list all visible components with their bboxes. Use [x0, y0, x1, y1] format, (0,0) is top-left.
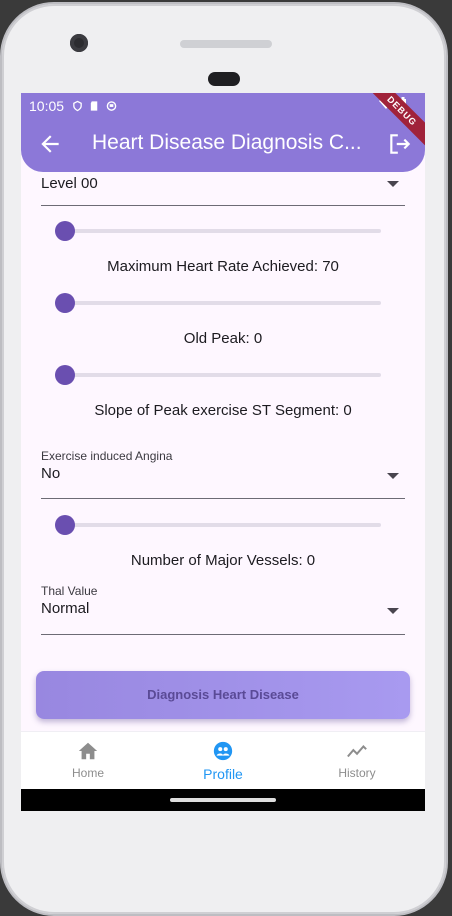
slider-thumb[interactable]: [55, 293, 75, 313]
angina-dropdown[interactable]: Exercise induced Angina No: [41, 449, 405, 499]
slider-thumb[interactable]: [55, 365, 75, 385]
status-time: 10:05: [29, 98, 65, 114]
slider-max-heart-rate[interactable]: [55, 292, 383, 314]
major-vessels-label: Number of Major Vessels: 0: [130, 552, 316, 569]
home-icon: [78, 742, 98, 760]
status-bar: 10:05: [29, 97, 117, 115]
slider-thumb[interactable]: [55, 221, 75, 241]
nav-label-home: Home: [71, 766, 104, 780]
slider-track: [55, 301, 381, 305]
slider-major-vessels[interactable]: [55, 514, 383, 536]
bottom-navigation: Home Profile History: [21, 731, 425, 790]
page-title: Heart Disease Diagnosis C...: [92, 131, 362, 154]
front-camera: [70, 34, 88, 52]
old-peak-label: Old Peak: 0: [183, 330, 263, 347]
record-status-icon: [106, 101, 117, 111]
level-dropdown[interactable]: Level 00: [41, 173, 405, 206]
angina-dropdown-label: Exercise induced Angina: [41, 449, 173, 463]
slider-track: [55, 373, 381, 377]
arrow-back-icon[interactable]: [37, 131, 63, 157]
home-indicator[interactable]: [170, 798, 276, 802]
nav-label-history: History: [338, 766, 376, 780]
app-bar: 10:05 DEBUG Heart Disease Diagnosis C...: [21, 93, 425, 172]
thal-dropdown-value: Normal: [41, 600, 90, 617]
dropdown-arrow-icon: [387, 608, 399, 614]
shield-status-icon: [73, 100, 82, 112]
nav-label-profile: Profile: [203, 766, 243, 782]
dropdown-arrow-icon: [387, 181, 399, 187]
nav-item-home[interactable]: Home: [38, 740, 138, 780]
history-icon: [347, 744, 367, 758]
diagnosis-button[interactable]: Diagnosis Heart Disease: [36, 671, 410, 719]
dropdown-arrow-icon: [387, 473, 399, 479]
slope-label: Slope of Peak exercise ST Segment: 0: [94, 402, 352, 419]
system-nav-bar: [21, 789, 425, 811]
nav-item-profile[interactable]: Profile: [173, 740, 273, 782]
slider-level[interactable]: [55, 220, 383, 242]
thal-dropdown-label: Thal Value: [41, 584, 98, 598]
slider-track: [55, 229, 381, 233]
earpiece-speaker: [180, 40, 272, 48]
logout-icon[interactable]: [387, 131, 413, 157]
slider-old-peak[interactable]: [55, 364, 383, 386]
profile-icon: [213, 741, 233, 761]
sd-card-icon: [90, 101, 98, 111]
slider-thumb[interactable]: [55, 515, 75, 535]
sensor-pill: [208, 72, 240, 86]
title-row: Heart Disease Diagnosis C...: [21, 127, 425, 161]
max-heart-rate-label: Maximum Heart Rate Achieved: 70: [107, 258, 339, 275]
app-screen: 10:05 DEBUG Heart Disease Diagnosis C...…: [21, 93, 425, 811]
level-dropdown-value: Level 00: [41, 175, 98, 192]
angina-dropdown-value: No: [41, 465, 61, 482]
nav-item-history[interactable]: History: [307, 740, 407, 780]
slider-track: [55, 523, 381, 527]
thal-dropdown[interactable]: Thal Value Normal: [41, 584, 405, 635]
